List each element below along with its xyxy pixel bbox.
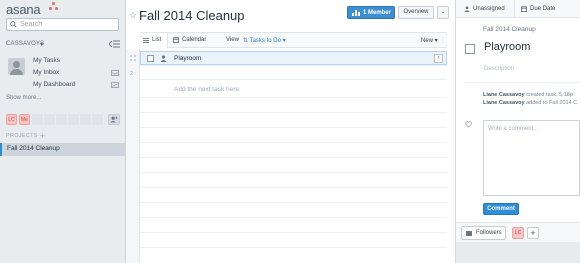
member-slot (80, 114, 91, 125)
member-slot (92, 114, 103, 125)
sidebar: asana Search CASSAVOYS ▾ My Tasks My Inb… (0, 0, 126, 263)
workspace-members: LC Me (6, 114, 120, 127)
member-avatar-me[interactable]: Me (19, 114, 30, 125)
divider (464, 82, 580, 83)
member-slot (56, 114, 67, 125)
members-icon (352, 10, 360, 16)
show-more-link[interactable]: Show more... (6, 95, 41, 101)
search-placeholder: Search (20, 21, 43, 28)
workspace-name: CASSAVOYS (6, 41, 45, 47)
row-number: 2 (130, 71, 134, 77)
logo-dots-icon (49, 2, 59, 12)
row-gutter (126, 49, 140, 263)
follower-avatar-lc[interactable]: LC (512, 227, 524, 239)
collapse-sidebar-icon[interactable] (109, 40, 120, 48)
due-date-button[interactable]: Due Date (514, 0, 580, 18)
add-project-icon[interactable]: + (40, 131, 45, 141)
description-field[interactable]: Description (484, 66, 514, 72)
chevron-left-icon[interactable]: ‹ (434, 54, 443, 63)
followers-button[interactable]: Followers (461, 226, 506, 240)
chevron-down-icon: ▾ (280, 38, 286, 44)
filter-icon: ⇅ (243, 38, 250, 44)
activity-item: Liane Cassavoy created task. 5:18p (483, 92, 573, 98)
chevron-down-icon: ▾ (433, 38, 438, 44)
workspace-switcher[interactable]: CASSAVOYS ▾ (6, 40, 120, 50)
task-detail-pane: Unassigned Due Date Fall 2014 Cleanup Pl… (456, 0, 580, 263)
add-task-placeholder[interactable]: Add the next task here. (174, 86, 241, 93)
member-slot (44, 114, 55, 125)
page-title[interactable]: Fall 2014 Cleanup (139, 8, 245, 23)
task-list: Playroom ‹ 2 Add the next task here. (126, 49, 447, 263)
search-icon (10, 21, 17, 28)
avatar[interactable] (8, 58, 25, 75)
overview-button[interactable]: Overview (398, 6, 434, 19)
add-member-button[interactable] (108, 114, 120, 125)
search-input[interactable]: Search (6, 18, 119, 31)
project-pane: ☆ Fall 2014 Cleanup 1 Member Overview ⌄ … (126, 0, 456, 263)
project-label: Fall 2014 Cleanup (7, 145, 60, 152)
chevron-down-icon: ▾ (40, 42, 44, 48)
members-button[interactable]: 1 Member (347, 6, 395, 19)
member-slot (68, 114, 79, 125)
task-detail-header: Unassigned Due Date (456, 0, 580, 18)
sidebar-project-fall-2014-cleanup[interactable]: Fall 2014 Cleanup (0, 143, 126, 156)
detail-footer (456, 242, 580, 263)
asana-logo[interactable]: asana (6, 2, 58, 17)
assignee-icon[interactable] (160, 55, 167, 62)
member-avatar-lc[interactable]: LC (6, 114, 17, 125)
view-toolbar: List Calendar View ⇅ Tasks to Do ▾ New ▾ (140, 32, 447, 48)
new-dropdown[interactable]: New ▾ (421, 37, 438, 44)
activity-item: Liane Cassavoy added to Fall 2014 C (483, 100, 578, 106)
task-name[interactable]: Playroom (174, 55, 201, 62)
add-person-icon (110, 116, 118, 123)
user-nav: My Tasks My Inbox My Dashboard (6, 55, 120, 95)
projects-heading: PROJECTS (6, 133, 38, 139)
add-follower-button[interactable]: + (527, 227, 539, 239)
task-checkbox[interactable] (147, 55, 154, 62)
rss-icon (466, 231, 472, 236)
member-slot (32, 114, 43, 125)
calendar-icon (521, 6, 527, 12)
drag-handle-icon[interactable] (129, 54, 137, 62)
star-icon[interactable]: ☆ (129, 10, 137, 21)
project-menu-button[interactable]: ⌄ (437, 6, 449, 19)
calendar-icon (173, 37, 179, 43)
task-row[interactable]: Playroom ‹ (140, 51, 447, 65)
nav-my-dashboard[interactable]: My Dashboard (33, 81, 75, 88)
inbox-icon (111, 70, 119, 76)
followers-bar: Followers LC + (456, 222, 580, 242)
person-icon (464, 6, 470, 12)
task-title[interactable]: Playroom (484, 41, 530, 53)
comment-input[interactable]: Write a comment... (483, 120, 580, 196)
comment-button[interactable]: Comment (483, 203, 519, 215)
nav-my-inbox[interactable]: My Inbox (33, 69, 59, 76)
task-project-link[interactable]: Fall 2014 Cleanup (483, 26, 536, 33)
nav-my-tasks[interactable]: My Tasks (33, 57, 60, 64)
view-filter-dropdown[interactable]: ⇅ Tasks to Do ▾ (243, 37, 286, 44)
tab-list[interactable]: List (140, 33, 168, 48)
view-label: View (226, 37, 239, 43)
dashboard-icon (111, 82, 119, 88)
list-icon (143, 38, 149, 43)
task-complete-checkbox[interactable] (465, 44, 475, 54)
heart-icon[interactable] (465, 121, 472, 128)
